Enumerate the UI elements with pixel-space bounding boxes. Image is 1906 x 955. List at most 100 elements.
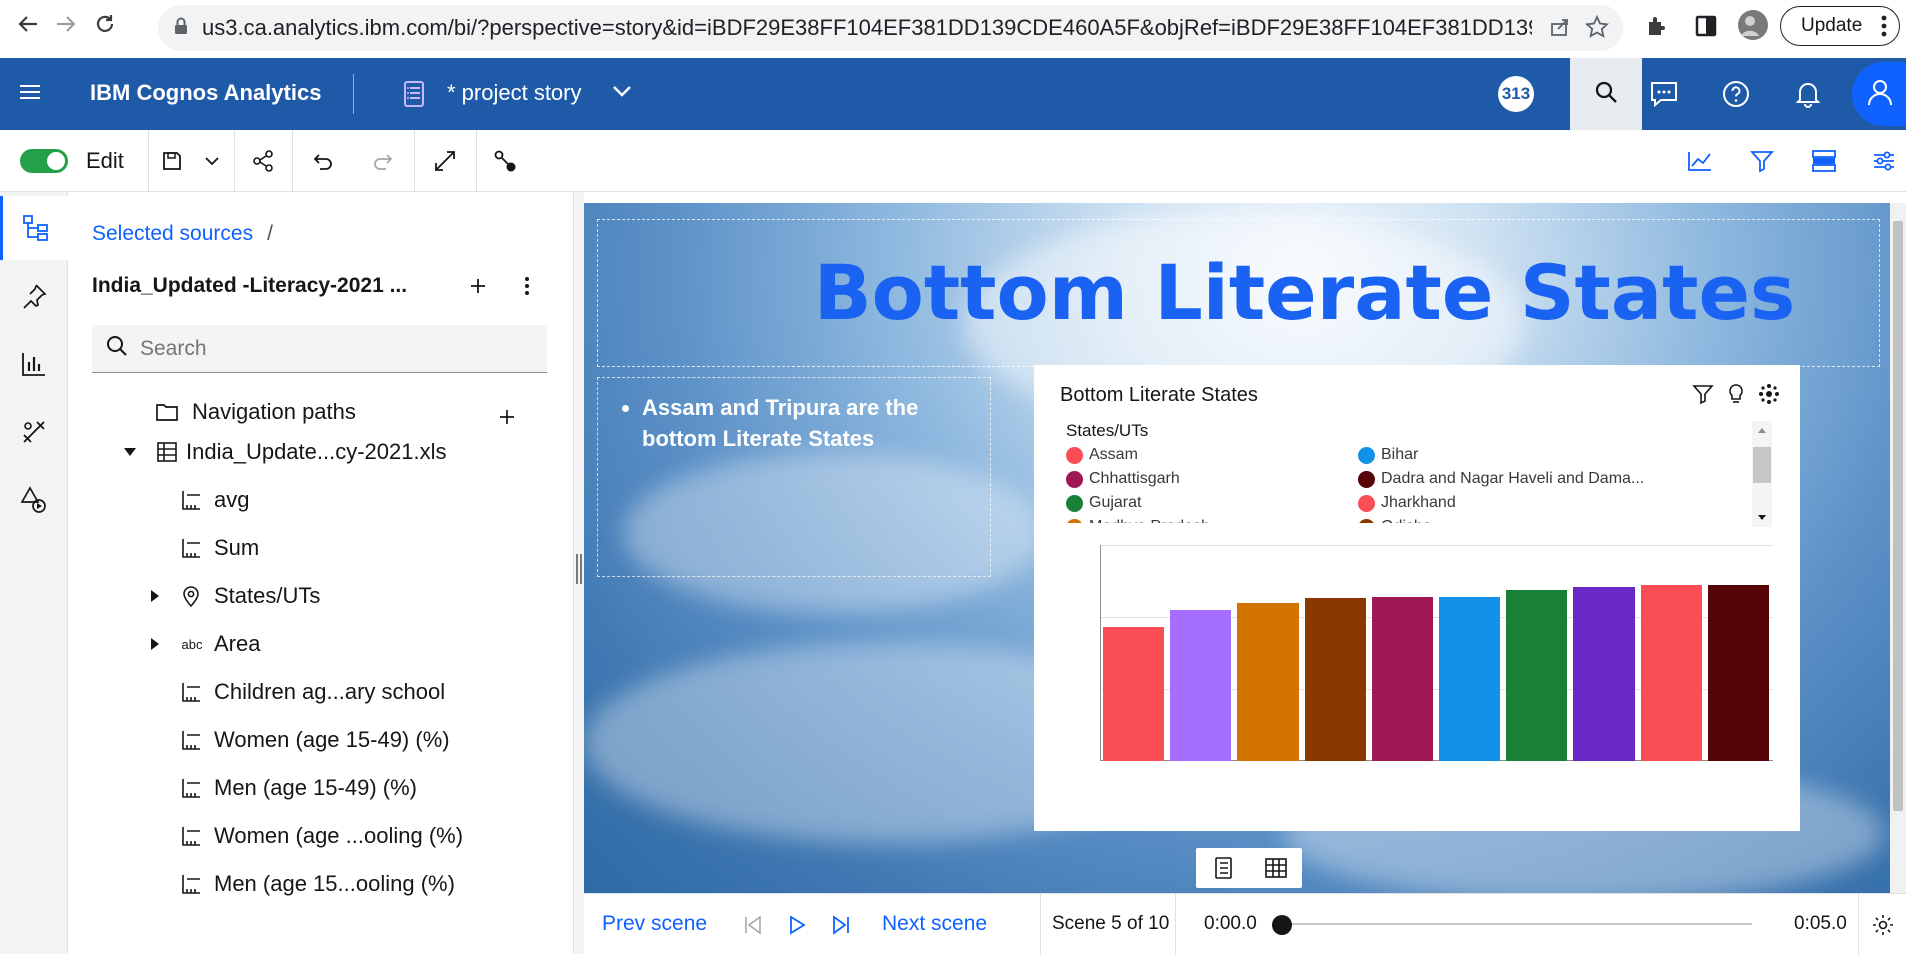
visualization-chart-icon[interactable] [1684,142,1716,180]
canvas-scroll-thumb[interactable] [1893,221,1903,811]
data-layers-icon[interactable] [1808,142,1840,180]
chart-widget[interactable]: Bottom Literate States States/UTs Assam B… [1034,365,1800,831]
timeline-track[interactable] [1282,923,1752,925]
legend-scroll-thumb[interactable] [1753,447,1771,483]
chat-icon[interactable] [1644,74,1684,114]
tree-item-avg[interactable]: avg [68,478,574,522]
toggle-switch[interactable] [20,149,68,173]
title-textbox[interactable]: Bottom Literate States [597,219,1880,367]
share-icon[interactable] [248,142,278,180]
scenes-list-button[interactable] [1196,848,1249,888]
address-bar[interactable]: us3.ca.analytics.ibm.com/bi/?perspective… [158,5,1623,51]
back-icon[interactable] [10,6,46,42]
save-menu-chevron-icon[interactable] [200,142,224,180]
chart-bar[interactable] [1707,584,1769,761]
add-source-icon[interactable] [470,278,486,299]
properties-sliders-icon[interactable] [1868,142,1900,180]
caret-right-icon[interactable] [148,590,162,602]
panel-splitter[interactable] [574,192,584,954]
skip-to-end-icon[interactable] [826,910,856,940]
grid-view-button[interactable] [1249,848,1302,888]
update-button[interactable]: Update [1780,6,1900,46]
help-icon[interactable] [1716,74,1756,114]
edit-toggle[interactable] [20,142,68,180]
forward-icon[interactable] [48,6,84,42]
bookmark-star-icon[interactable] [1584,14,1610,44]
legend-item[interactable]: Bihar [1358,444,1658,466]
legend-item[interactable]: Gujarat [1066,492,1358,514]
tree-item-sum[interactable]: Sum [68,526,574,570]
legend-item[interactable]: Dadra and Nagar Haveli and Dama... [1358,468,1658,490]
play-icon[interactable] [782,910,812,940]
chart-bar[interactable] [1439,596,1501,761]
legend-item[interactable]: Madhya Pradesh [1066,516,1358,523]
bullet-textbox[interactable]: Assam and Tripura are the bottom Literat… [597,377,991,577]
chart-bar[interactable] [1371,596,1433,761]
filter-icon[interactable] [1746,142,1778,180]
legend-item[interactable]: Odisha [1358,516,1658,523]
lightbulb-icon[interactable] [1726,383,1746,410]
caret-right-icon[interactable] [148,638,162,650]
browser-bar: us3.ca.analytics.ibm.com/bi/?perspective… [0,0,1906,58]
tree-item-measure[interactable]: Children ag...ary school [68,670,574,714]
side-panel-icon[interactable] [1694,14,1718,43]
relationships-icon[interactable] [490,142,520,180]
tree-item-states[interactable]: States/UTs [68,574,574,618]
breadcrumb-link[interactable]: Selected sources [92,222,253,245]
ai-insights-icon[interactable] [1758,383,1780,410]
add-path-icon[interactable] [500,404,514,430]
reload-icon[interactable] [87,6,123,42]
tree-item-table[interactable]: India_Update...cy-2021.xls [68,430,574,474]
chart-bar[interactable] [1237,603,1299,761]
search-input[interactable] [140,336,520,361]
chevron-down-icon[interactable] [612,84,632,103]
media-shapes-icon[interactable] [0,468,68,532]
overflow-menu-icon[interactable] [524,276,530,301]
tree-item-area[interactable]: abc Area [68,622,574,666]
profile-avatar[interactable] [1737,9,1769,46]
fullscreen-icon[interactable] [430,142,460,180]
legend-item[interactable]: Assam [1066,444,1358,466]
chart-bar[interactable] [1103,627,1165,761]
pin-icon[interactable] [0,264,68,328]
save-icon[interactable] [158,142,186,180]
chart-bar[interactable] [1573,587,1635,761]
story-title[interactable]: * project story [447,80,582,106]
hamburger-menu-icon[interactable] [20,84,40,105]
chart-bar[interactable] [1640,584,1702,761]
visualizations-icon[interactable] [0,332,68,396]
user-button[interactable] [1852,62,1906,126]
filter-icon[interactable] [1692,383,1714,410]
search-box[interactable] [92,325,547,373]
notification-bell-icon[interactable] [1788,74,1828,114]
share-icon[interactable] [1549,16,1571,43]
sources-tab-icon[interactable] [0,196,68,260]
redo-icon[interactable] [368,142,398,180]
header-divider [353,74,354,114]
tree-item-measure[interactable]: Women (age ...ooling (%) [68,814,574,858]
canvas-scrollbar[interactable] [1890,203,1906,893]
undo-icon[interactable] [308,142,338,180]
skip-to-start-icon[interactable] [738,910,768,940]
next-scene-link[interactable]: Next scene [882,912,987,936]
chart-bar[interactable] [1304,597,1366,761]
tree-item-measure[interactable]: Men (age 15...ooling (%) [68,862,574,906]
settings-gear-icon[interactable] [1868,910,1898,940]
extensions-icon[interactable] [1645,14,1669,43]
timeline-playhead[interactable] [1272,915,1292,935]
tree-item-measure[interactable]: Women (age 15-49) (%) [68,718,574,762]
tree-item-measure[interactable]: Men (age 15-49) (%) [68,766,574,810]
prev-scene-link[interactable]: Prev scene [602,912,707,936]
tree-item-navigation-paths[interactable]: Navigation paths [68,390,574,434]
legend-item[interactable]: Jharkhand [1358,492,1658,514]
legend-scrollbar[interactable] [1752,421,1772,527]
assistant-badge[interactable]: 313 [1496,74,1536,114]
chart-bar[interactable] [1170,609,1232,761]
search-button[interactable] [1570,58,1642,130]
widgets-icon[interactable] [0,400,68,464]
legend-item[interactable]: Chhattisgarh [1066,468,1358,490]
caret-down-icon[interactable] [122,448,138,456]
scroll-down-icon [1758,515,1766,520]
legend-swatch [1358,470,1375,488]
chart-bar[interactable] [1506,590,1568,761]
